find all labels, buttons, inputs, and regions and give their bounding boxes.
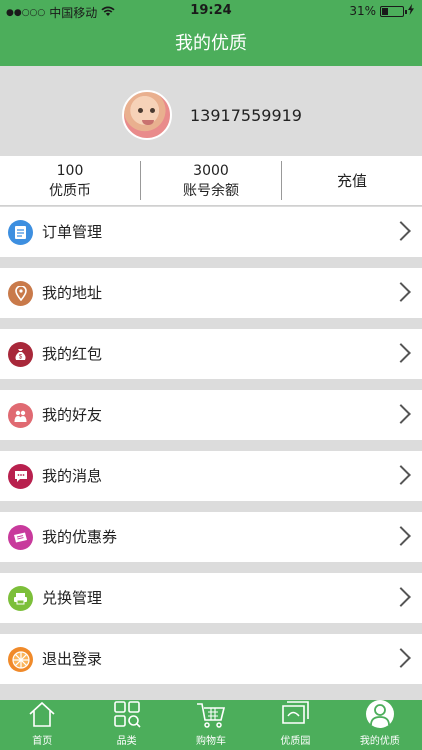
chevron-right-icon bbox=[391, 526, 411, 546]
tab-label: 我的优质 bbox=[359, 736, 400, 747]
avatar[interactable] bbox=[122, 90, 172, 140]
coupon-icon bbox=[8, 525, 33, 550]
tab-bar: 首页 品类 购物车 优质园 我的优质 bbox=[0, 700, 422, 750]
orange-slice-icon bbox=[8, 647, 33, 672]
stat-coins-label: 优质币 bbox=[49, 182, 91, 199]
tab-garden[interactable]: 优质园 bbox=[253, 700, 337, 750]
recharge-label: 充值 bbox=[336, 172, 367, 190]
menu-item-orders[interactable]: 订单管理 bbox=[0, 207, 422, 257]
stat-coins-value: 100 bbox=[56, 162, 84, 179]
category-icon bbox=[112, 699, 142, 729]
tab-category[interactable]: 品类 bbox=[84, 700, 168, 750]
document-icon bbox=[8, 220, 33, 245]
menu-label: 我的地址 bbox=[42, 284, 103, 302]
menu-label: 我的好友 bbox=[42, 406, 103, 424]
menu-list: 订单管理 我的地址 $ 我的红包 我的好友 我的消息 我的优惠券 兑换管理 退出… bbox=[0, 207, 422, 695]
chevron-right-icon bbox=[391, 221, 411, 241]
money-bag-icon: $ bbox=[8, 342, 33, 367]
battery-fill bbox=[382, 7, 388, 15]
home-icon bbox=[27, 699, 57, 729]
menu-item-address[interactable]: 我的地址 bbox=[0, 268, 422, 318]
chevron-right-icon bbox=[391, 343, 411, 363]
page-title: 我的优质 bbox=[175, 33, 247, 54]
menu-item-exchange[interactable]: 兑换管理 bbox=[0, 573, 422, 623]
chevron-right-icon bbox=[391, 587, 411, 607]
nav-bar: 我的优质 bbox=[0, 22, 422, 66]
exchange-icon bbox=[8, 586, 33, 611]
friends-icon bbox=[8, 403, 33, 428]
profile-section: 13917559919 bbox=[0, 66, 422, 156]
menu-item-red-packet[interactable]: $ 我的红包 bbox=[0, 329, 422, 379]
menu-item-messages[interactable]: 我的消息 bbox=[0, 451, 422, 501]
stat-coins[interactable]: 100 优质币 bbox=[0, 161, 141, 200]
stat-balance-label: 账号余额 bbox=[183, 182, 239, 199]
tab-label: 购物车 bbox=[196, 736, 227, 747]
tab-cart[interactable]: 购物车 bbox=[169, 700, 253, 750]
tab-label: 优质园 bbox=[280, 736, 311, 747]
tab-label: 品类 bbox=[116, 736, 137, 747]
location-pin-icon bbox=[8, 281, 33, 306]
tab-home[interactable]: 首页 bbox=[0, 700, 84, 750]
menu-label: 订单管理 bbox=[42, 223, 103, 241]
menu-label: 兑换管理 bbox=[42, 589, 103, 607]
phone-number: 13917559919 bbox=[190, 106, 302, 125]
stat-balance[interactable]: 3000 账号余额 bbox=[141, 161, 282, 200]
chevron-right-icon bbox=[391, 465, 411, 485]
battery-percent: 31% bbox=[349, 4, 376, 18]
garden-icon bbox=[280, 699, 310, 729]
menu-label: 我的优惠券 bbox=[42, 528, 118, 546]
tab-my-youzhi[interactable]: 我的优质 bbox=[338, 700, 422, 750]
message-icon bbox=[8, 464, 33, 489]
cart-icon bbox=[196, 699, 226, 729]
tab-label: 首页 bbox=[32, 736, 53, 747]
menu-label: 退出登录 bbox=[42, 650, 103, 668]
chevron-right-icon bbox=[391, 648, 411, 668]
menu-label: 我的红包 bbox=[42, 345, 103, 363]
stats-bar: 100 优质币 3000 账号余额 充值 bbox=[0, 156, 422, 206]
menu-label: 我的消息 bbox=[42, 467, 103, 485]
stat-balance-value: 3000 bbox=[193, 162, 229, 179]
recharge-button[interactable]: 充值 bbox=[282, 161, 422, 200]
menu-item-friends[interactable]: 我的好友 bbox=[0, 390, 422, 440]
chevron-right-icon bbox=[391, 404, 411, 424]
status-right: 31% bbox=[349, 4, 414, 18]
charging-icon bbox=[408, 4, 414, 18]
user-icon bbox=[365, 699, 395, 729]
chevron-right-icon bbox=[391, 282, 411, 302]
menu-item-coupons[interactable]: 我的优惠券 bbox=[0, 512, 422, 562]
menu-item-logout[interactable]: 退出登录 bbox=[0, 634, 422, 684]
status-bar: ●●○○○ 中国移动 19:24 31% bbox=[0, 0, 422, 22]
battery-icon bbox=[380, 5, 407, 17]
